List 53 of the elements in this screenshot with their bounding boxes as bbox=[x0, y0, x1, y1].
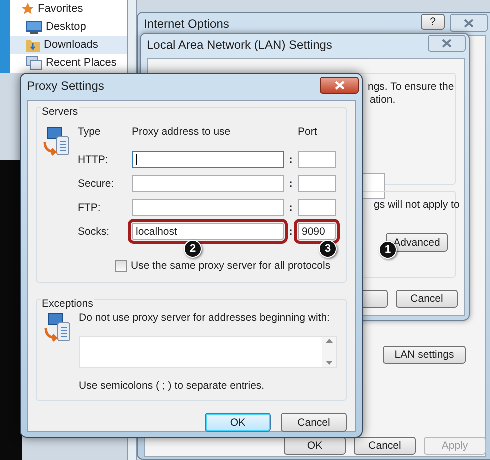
dialog-button[interactable]: Cancel bbox=[354, 437, 416, 455]
sidebar-item[interactable]: Desktop bbox=[10, 18, 127, 36]
sidebar-item[interactable]: Recent Places bbox=[10, 54, 127, 72]
sidebar-item[interactable]: Favorites bbox=[10, 0, 127, 18]
close-button[interactable] bbox=[320, 77, 359, 94]
close-icon[interactable] bbox=[442, 39, 452, 48]
field-separator: : bbox=[288, 178, 294, 190]
desktop-icon bbox=[26, 20, 42, 34]
close-icon[interactable] bbox=[464, 18, 474, 28]
column-header: Port bbox=[298, 126, 318, 140]
group-title: Exceptions bbox=[41, 298, 94, 310]
network-computer-icon bbox=[43, 312, 73, 344]
dialog-button[interactable]: OK bbox=[284, 437, 346, 455]
cancel-button[interactable]: Cancel bbox=[396, 290, 458, 308]
dialog-button[interactable]: OK bbox=[205, 413, 271, 432]
field-label: Secure: bbox=[78, 178, 116, 190]
field-separator: : bbox=[288, 202, 294, 214]
star-icon bbox=[22, 3, 34, 15]
group-title: Servers bbox=[41, 106, 80, 118]
folder-icon bbox=[26, 38, 40, 52]
scroll-down-icon[interactable] bbox=[326, 361, 332, 365]
instruction-text: Do not use proxy server for addresses beginning with: bbox=[79, 312, 331, 324]
window-title: Internet Options bbox=[144, 17, 230, 31]
sidebar-item[interactable]: Downloads bbox=[10, 36, 127, 54]
window-title: Local Area Network (LAN) Settings bbox=[147, 38, 332, 52]
description-text: ation. bbox=[370, 94, 396, 106]
column-header: Type bbox=[78, 126, 102, 140]
address-field[interactable] bbox=[132, 199, 284, 216]
port-field[interactable] bbox=[298, 175, 336, 192]
field-label: FTP: bbox=[78, 202, 102, 214]
hint-text: Use semicolons ( ; ) to separate entries. bbox=[79, 380, 266, 392]
field-separator: : bbox=[288, 226, 294, 238]
checkbox-label: Use the same proxy server for all protocols bbox=[131, 260, 331, 272]
port-field[interactable] bbox=[298, 151, 336, 168]
description-text: gs will not apply to bbox=[374, 199, 460, 211]
field-label: HTTP: bbox=[78, 154, 110, 166]
scroll-up-icon[interactable] bbox=[326, 339, 332, 343]
scrollbar[interactable] bbox=[322, 337, 336, 367]
address-field[interactable] bbox=[132, 151, 284, 168]
column-header: Proxy address to use bbox=[132, 126, 232, 140]
checkbox[interactable] bbox=[115, 260, 127, 272]
recent-places-icon bbox=[26, 56, 42, 70]
dialog-button[interactable]: Cancel bbox=[281, 413, 347, 432]
window-title: Proxy Settings bbox=[27, 79, 104, 93]
exceptions-field[interactable] bbox=[79, 336, 337, 368]
network-computer-icon bbox=[42, 126, 72, 158]
lan-settings-button[interactable]: LAN settings bbox=[383, 346, 466, 364]
description-text: ngs. To ensure the bbox=[368, 81, 454, 93]
address-field[interactable] bbox=[132, 175, 284, 192]
field-separator: : bbox=[288, 154, 294, 166]
field-label: Socks: bbox=[78, 226, 111, 238]
help-button[interactable]: ? bbox=[421, 14, 445, 30]
port-field[interactable] bbox=[298, 199, 336, 216]
